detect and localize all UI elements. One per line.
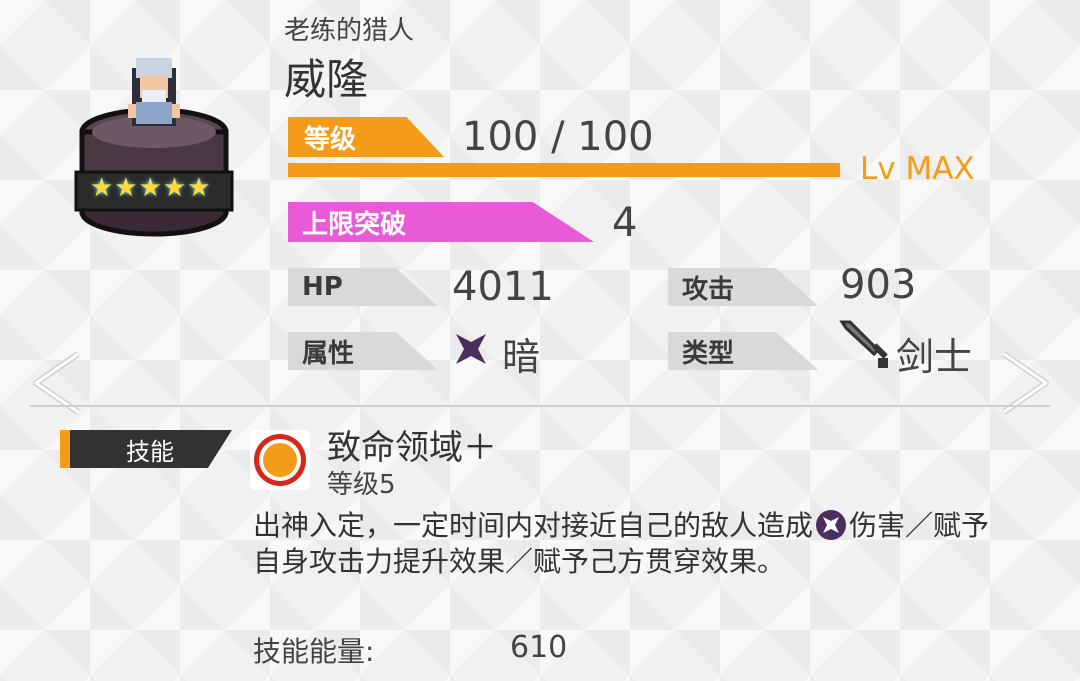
skill-description: 出神入定，一定时间内对接近自己的敌人造成 伤害／赋予自身攻击力提升效果／赋予己方贯… (253, 508, 1013, 580)
dark-damage-icon (815, 509, 847, 541)
attribute-value: 暗 (502, 335, 541, 379)
dark-attribute-icon (452, 330, 490, 368)
attribute-label: 属性 (288, 332, 438, 370)
type-label: 类型 (668, 332, 818, 370)
pixel-character-icon (74, 58, 234, 237)
skill-energy-value: 610 (510, 630, 568, 665)
type-value: 剑士 (896, 335, 973, 379)
skill-description-part1: 出神入定，一定时间内对接近自己的敌人造成 (253, 509, 814, 542)
sword-icon (836, 318, 892, 372)
character-subtitle: 老练的猎人 (284, 16, 415, 46)
limit-break-label: 上限突破 (288, 202, 594, 242)
section-divider (30, 405, 1050, 407)
rarity-stars: ★★★★★ (90, 173, 212, 203)
hp-label: HP (288, 268, 438, 306)
level-value: 100 / 100 (462, 114, 654, 160)
character-name: 威隆 (284, 55, 369, 104)
skill-tab: 技能 (60, 430, 232, 468)
character-portrait: ★★★★★ (70, 50, 240, 240)
next-character-button[interactable] (994, 348, 1054, 418)
skill-name: 致命领域＋ (327, 428, 497, 468)
previous-character-button[interactable] (28, 348, 88, 418)
chevron-right-icon (1002, 351, 1049, 415)
attack-label: 攻击 (668, 268, 818, 306)
level-progress-bar (288, 163, 840, 177)
chevron-left-icon (33, 351, 80, 415)
hp-value: 4011 (452, 264, 554, 310)
level-label: 等级 (288, 117, 444, 157)
level-max-text: Lv MAX (860, 151, 975, 187)
skill-level: 等级5 (327, 470, 396, 500)
skill-orb-icon (248, 428, 312, 492)
limit-break-value: 4 (612, 200, 638, 246)
attack-value: 903 (840, 262, 917, 308)
skill-energy-label: 技能能量: (253, 635, 375, 668)
